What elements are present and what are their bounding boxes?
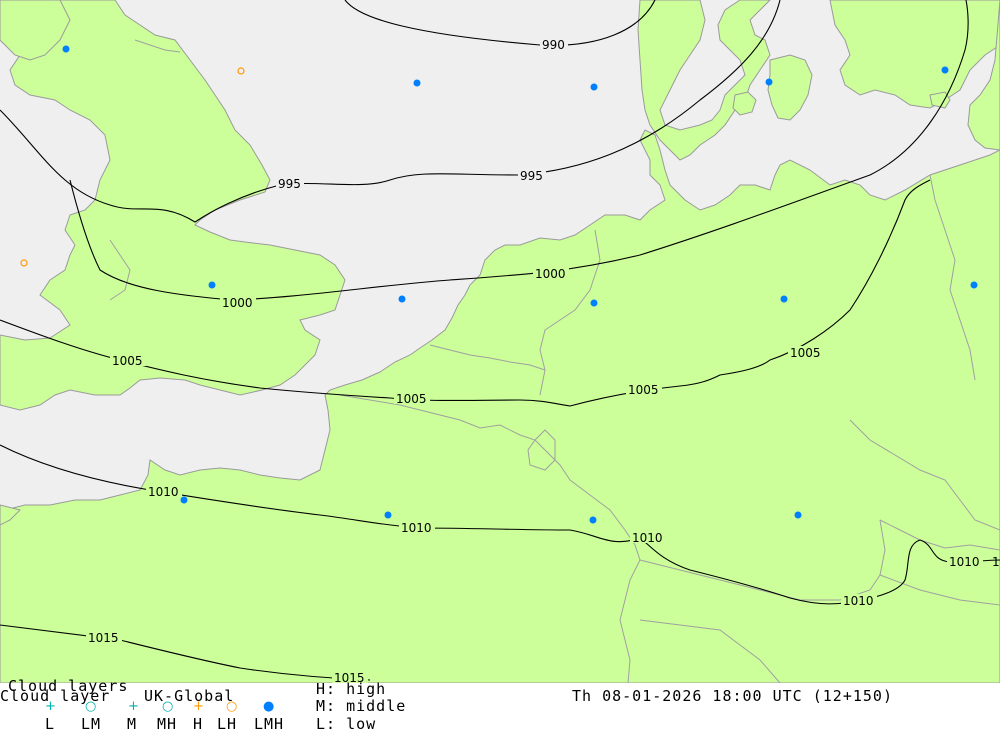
lmh-marker bbox=[384, 511, 392, 519]
isobar-label: 1 bbox=[992, 555, 1000, 569]
lmh-marker bbox=[398, 295, 406, 303]
code-lmh: LMH bbox=[254, 715, 285, 733]
lh-marker bbox=[237, 67, 245, 75]
isobar-label: 1010 bbox=[949, 555, 980, 569]
lmh-marker bbox=[208, 281, 216, 289]
key-high: H: high bbox=[316, 680, 387, 698]
land-zealand bbox=[767, 54, 813, 121]
isobar-label: 1005 bbox=[790, 346, 821, 360]
lmh-marker bbox=[765, 78, 773, 86]
isobar-990 bbox=[344, 0, 656, 46]
isobar-label: 1000 bbox=[535, 267, 566, 281]
lmh-marker bbox=[794, 511, 802, 519]
key-low: L: low bbox=[316, 715, 377, 733]
code-lh: LH bbox=[217, 715, 238, 733]
isobar-label: 1000 bbox=[222, 296, 253, 310]
isobar-label: 1015 bbox=[88, 631, 119, 645]
code-l: L bbox=[45, 715, 56, 733]
isobar-label: 995 bbox=[520, 169, 543, 183]
lmh-marker bbox=[413, 79, 421, 87]
code-m: M bbox=[127, 715, 138, 733]
plus-icon-l: + bbox=[45, 699, 56, 714]
lmh-marker bbox=[180, 496, 188, 504]
plus-icon-h: + bbox=[193, 699, 204, 714]
lh-marker bbox=[20, 259, 28, 267]
circle-icon-lh: ○ bbox=[226, 699, 238, 714]
isobar-label: 1010 bbox=[843, 594, 874, 608]
weather-map: 990 995 995 1000 1000 1005 1005 1005 100… bbox=[0, 0, 1000, 683]
land-great-britain bbox=[0, 0, 346, 411]
map-canvas: 990 995 995 1000 1000 1005 1005 1005 100… bbox=[0, 0, 1000, 683]
datetime-label: Th 08-01-2026 18:00 UTC (12+150) bbox=[572, 687, 893, 705]
isobar-label: 1005 bbox=[628, 383, 659, 397]
lmh-marker bbox=[941, 66, 949, 74]
key-middle: M: middle bbox=[316, 697, 407, 715]
code-mh: MH bbox=[157, 715, 178, 733]
lmh-marker bbox=[62, 45, 70, 53]
land-funen bbox=[732, 91, 757, 116]
land-jutland bbox=[637, 0, 771, 161]
plus-icon-m: + bbox=[128, 699, 139, 714]
code-h: H bbox=[193, 715, 204, 733]
legend-model: UK-Global bbox=[144, 687, 235, 705]
isobar-label: 995 bbox=[278, 177, 301, 191]
lmh-marker bbox=[780, 295, 788, 303]
lmh-marker bbox=[589, 516, 597, 524]
lmh-marker bbox=[970, 281, 978, 289]
isobar-label: 1005 bbox=[112, 354, 143, 368]
circle-icon-mh: ○ bbox=[162, 699, 174, 714]
isobar-label: 1005 bbox=[396, 392, 427, 406]
lmh-marker bbox=[590, 83, 598, 91]
lmh-marker bbox=[590, 299, 598, 307]
code-lm: LM bbox=[81, 715, 102, 733]
land-sweden-south bbox=[829, 0, 1000, 109]
isobar-label: 990 bbox=[542, 38, 565, 52]
circle-icon-lm: ○ bbox=[85, 699, 97, 714]
isobar-label: 1010 bbox=[401, 521, 432, 535]
isobar-label: 1010 bbox=[632, 531, 663, 545]
isobar-label: 1010 bbox=[148, 485, 179, 499]
legend-bar: Cloud layers Cloud layer UK-Global + ○ +… bbox=[0, 678, 1000, 733]
dot-icon-lmh: ● bbox=[263, 699, 275, 714]
